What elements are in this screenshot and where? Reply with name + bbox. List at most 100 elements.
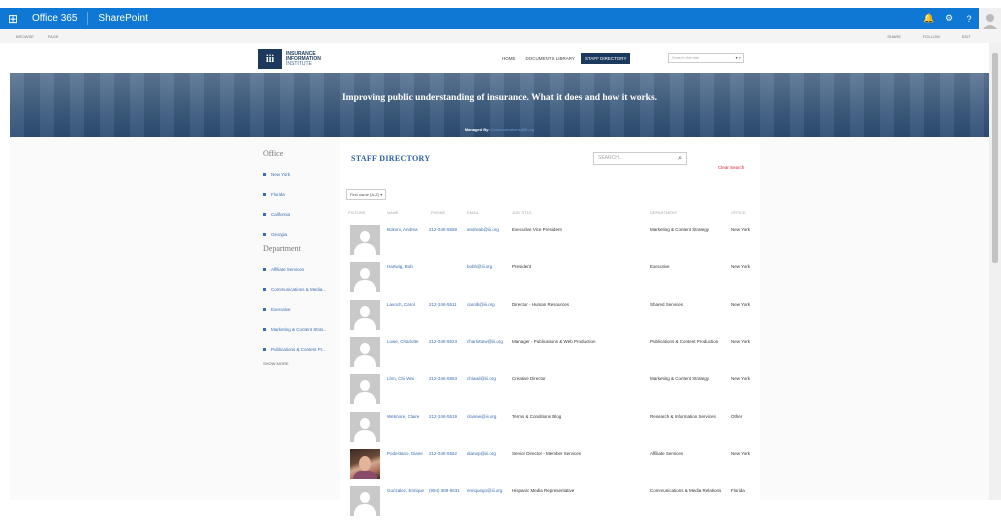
avatar-placeholder-icon [350,262,380,293]
page-title: STAFF DIRECTORY [351,154,431,163]
staff-job-title: President [512,264,532,270]
nav-staff-directory[interactable]: STAFF DIRECTORY [580,53,631,64]
bullet-icon [263,267,266,271]
staff-job-title: Creative Director [512,376,546,382]
staff-job-title: Senior Director - Member Services [512,450,582,456]
staff-name-link[interactable]: Hartwig, Bob [387,263,429,270]
table-row: Lhm, Chi Wai 212-346-5553 chiwail@iii.org C… [348,373,758,410]
staff-phone-link[interactable]: 212-346-5553 [429,375,467,382]
column-header[interactable]: PHONE [431,210,445,215]
office-filter-item[interactable]: Florida [263,184,349,204]
staff-job-title: Terms & Conditions Blog [512,413,562,419]
staff-phone-link[interactable]: 212-346-5519 [429,413,467,420]
managed-by-link[interactable]: Communications@iii.org [491,127,534,132]
follow-button[interactable]: FOLLOW [923,34,940,39]
column-header[interactable]: OFFICE [731,210,746,215]
staff-department: Publications & Content Production [650,338,719,344]
staff-phone-link[interactable]: 212-346-5511 [429,301,467,308]
gear-icon[interactable]: ⚙ [939,8,959,29]
staff-office: Other [731,413,743,419]
staff-name-link[interactable]: Lavoch, Carol [387,301,429,308]
staff-email-link[interactable]: charlottew@iii.org [467,338,512,345]
staff-email-link[interactable]: enriquego@iii.org [467,487,512,494]
show-more-link[interactable]: SHOW MORE [263,361,349,366]
banner-tagline: Improving public understanding of insura… [341,93,658,103]
column-header[interactable]: NAME [387,210,399,215]
page-content: Office New York Florida California Georg… [10,137,989,517]
staff-phone-link[interactable]: 212-346-5558 [429,226,467,233]
staff-email-link[interactable]: clairew@iii.org [467,413,512,420]
office-filter-item[interactable]: California [263,204,349,224]
site-header: iii INSURANCE INFORMATION INSTITUTE HOME… [10,43,989,73]
site-search-input[interactable]: Search this site ▾ ⌕ [668,53,744,63]
bell-icon[interactable]: 🔔 [919,8,939,29]
staff-job-title: Director - Human Resources [512,301,570,307]
search-icon[interactable]: ⌕ [678,153,682,164]
column-header[interactable]: DEPARTMENT [650,210,677,215]
edit-button[interactable]: EDIT [962,34,971,39]
staff-name-link[interactable]: Bokoni, Andrea [387,226,429,233]
staff-name-link[interactable]: Podestano, Diane [387,450,429,457]
department-filter-item[interactable]: Communications & Media... [263,279,349,299]
share-button[interactable]: SHARE [887,34,901,39]
avatar-placeholder-icon [350,336,380,367]
avatar-placeholder-icon [350,225,380,255]
table-row: Lavoch, Carol 212-346-5511 carolb@iii.org D… [348,299,758,336]
top-nav: HOME DOCUMENTS LIBRARY STAFF DIRECTORY [498,53,632,64]
page-scrollbar[interactable] [989,43,1001,500]
clear-search-link[interactable]: Clear Search [718,165,744,170]
staff-name-link[interactable]: Gonzalez, Enrique [387,487,429,494]
staff-department: Shared Services [650,301,684,307]
staff-name-link[interactable]: Lowe, Charlotte [387,338,429,345]
staff-phone-link[interactable]: (954) 389-9531 [429,487,467,494]
nav-documents-library[interactable]: DOCUMENTS LIBRARY [522,53,579,64]
sort-dropdown[interactable]: First name (A-Z) ▾ [346,189,387,200]
office365-link[interactable]: Office 365 [26,12,89,25]
logo-text: INSURANCE INFORMATION INSTITUTE [286,50,321,67]
column-header[interactable]: JOB TITLE [512,210,532,215]
managed-by: Managed By: Communications@iii.org [464,127,535,132]
staff-name-link[interactable]: Lhm, Chi Wai [387,375,429,382]
staff-department: Research & Information Services [650,413,716,419]
scrollbar-thumb[interactable] [992,53,998,263]
directory-search-input[interactable]: SEARCH... ⌕ [593,152,687,165]
staff-email-link[interactable]: carolb@iii.org [467,301,512,308]
avatar-placeholder-icon [350,486,380,517]
nav-home[interactable]: HOME [498,53,520,64]
site-logo[interactable]: iii INSURANCE INFORMATION INSTITUTE [258,49,321,69]
staff-office: New York [731,227,751,232]
bullet-icon [263,287,266,291]
help-icon[interactable]: ? [959,8,979,29]
office-filter-item[interactable]: New York [263,164,349,184]
app-launcher-icon[interactable]: ⊞ [0,8,26,29]
staff-email-link[interactable]: bobh@iii.org [467,263,512,270]
staff-department: Marketing & Content Strategy [650,376,710,382]
staff-name-link[interactable]: Wetmore, Claire [387,413,429,420]
staff-email-link[interactable]: andreab@iii.org [467,226,512,233]
sharepoint-link[interactable]: SharePoint [88,13,147,24]
staff-phone-link[interactable]: 212-346-5523 [429,338,467,345]
bullet-icon [263,347,266,351]
department-filter-item[interactable]: Publications & Content Pr... [263,339,349,359]
staff-email-link[interactable]: chiwail@iii.org [467,375,512,382]
ribbon-tab-page[interactable]: PAGE [48,34,59,39]
table-header: PICTURE NAME PHONE EMAIL JOB TITLE DEPAR… [346,210,756,216]
search-icon[interactable]: ▾ ⌕ [736,54,741,62]
bullet-icon [263,212,266,216]
staff-email-link[interactable]: dianep@iii.org [467,450,512,457]
staff-job-title: Manager - Publications & Web Production [512,338,596,344]
table-row: Podestano, Diane 212-346-5562 dianep@iii.o… [348,448,758,485]
office-filter-item[interactable]: Georgia [263,224,349,244]
department-filter-item[interactable]: Executive [263,299,349,319]
column-header[interactable]: PICTURE [348,210,366,215]
staff-phone-link[interactable]: 212-346-5562 [429,450,467,457]
user-avatar[interactable] [979,8,1001,29]
ribbon-tab-browse[interactable]: BROWSE [16,34,34,39]
staff-office: New York [731,376,751,382]
department-filter-item[interactable]: Marketing & Content Strat... [263,319,349,339]
avatar-placeholder-icon [350,411,380,442]
ribbon: BROWSE PAGE SHARE FOLLOW EDIT [0,29,1001,43]
column-header[interactable]: EMAIL [467,210,479,215]
staff-job-title: Executive Vice President [512,227,562,232]
department-filter-item[interactable]: Affiliate Services [263,259,349,279]
